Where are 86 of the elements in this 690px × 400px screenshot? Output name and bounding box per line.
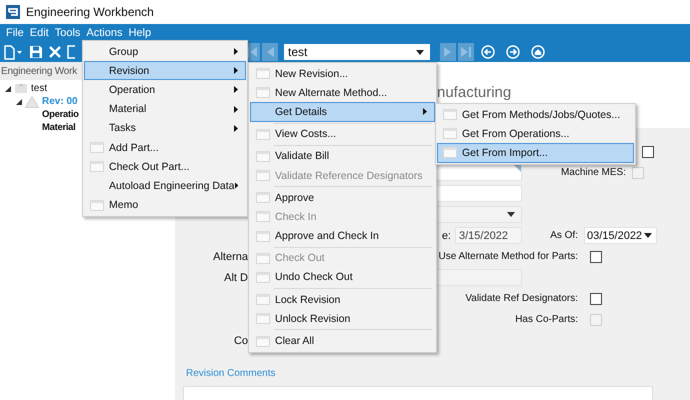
checkbox[interactable] [590,292,602,304]
menu-item[interactable]: Get From Methods/Jobs/Quotes... [437,105,634,124]
window-icon [256,170,270,182]
menu-bar-item[interactable]: Edit [26,27,52,39]
panel-header: Engineering Work [1,66,78,76]
menu-item[interactable]: New Alternate Method... [250,83,435,102]
window-icon [256,128,270,140]
menu-item[interactable]: Add Part... [84,138,246,158]
field-label: Alt D [224,272,248,284]
app-logo-icon [6,5,20,19]
menu-item[interactable]: Memo [84,196,246,215]
caret-icon [644,233,652,238]
tree-item[interactable]: Material [42,122,76,133]
menu-item[interactable]: Operation [84,80,246,100]
window-icon [90,200,104,211]
checkbox[interactable] [642,146,654,158]
window-title: Engineering Workbench [26,5,154,19]
menu-item[interactable]: Check Out Part... [84,157,246,176]
menu-item[interactable]: Group [84,42,246,62]
window-icon [256,313,270,324]
menu-bar-item[interactable]: Help [125,27,154,39]
window-icon [256,192,270,204]
record-combo[interactable]: test [284,44,430,60]
menu-item[interactable]: Get Details [250,102,435,122]
tree-item[interactable]: Rev: 00 [42,96,78,107]
field-label: Validate Ref Designators: [465,293,578,304]
field-label: e: [442,230,451,242]
section-heading: nufacturing [437,84,512,101]
submenu-arrow-icon [423,108,427,116]
delete-icon[interactable] [49,46,61,58]
window-icon [256,294,270,306]
menu-bar-item[interactable]: File [3,27,27,39]
menu-item[interactable]: Revision [84,61,246,80]
date-field: 3/15/2022 [455,227,522,244]
window-icon [443,147,457,158]
window-icon [256,336,270,347]
submenu-arrow-icon [234,86,238,94]
field-label: Has Co-Parts: [515,314,578,325]
checkbox[interactable] [590,250,602,262]
expander-icon[interactable] [5,86,11,92]
field-label: Use Alternate Method for Parts: [438,251,578,262]
submenu-arrow-icon [234,124,238,132]
window-icon [256,87,270,98]
window-icon [256,150,270,162]
window-icon [90,161,104,172]
menu-item[interactable]: Get From Import... [437,143,634,163]
menu-item[interactable]: Tasks [84,118,246,138]
menu-item[interactable]: Unlock Revision [250,309,435,328]
window-icon [443,109,457,120]
menu-item[interactable]: Approve and Check In [250,226,435,246]
save-icon[interactable] [29,45,43,59]
menu-bar-item[interactable]: Tools [52,27,84,39]
back-icon[interactable] [481,45,495,59]
window-icon [256,272,270,283]
window-icon [90,142,104,154]
window-icon [256,252,270,264]
submenu-arrow-icon [234,67,238,74]
date-picker[interactable]: 03/15/2022 [584,227,657,244]
menu-item[interactable]: Material [84,100,246,119]
warning-triangle-icon [25,96,39,108]
tree-item[interactable]: Operatio [42,109,79,120]
section-label: Revision Comments [186,368,276,381]
field-label: As Of: [550,230,578,241]
menu-item[interactable]: Undo Check Out [250,268,435,288]
caret-icon [416,50,424,54]
tree-item[interactable]: test [31,83,48,94]
forward-icon[interactable] [506,45,520,59]
field-label: Alterna [213,250,248,262]
caret-icon [507,212,515,217]
window-icon [256,68,270,80]
submenu-arrow-icon [234,48,238,56]
home-icon[interactable] [531,45,545,59]
menu-item[interactable]: Get From Operations... [437,124,634,144]
folder-icon [15,84,27,93]
field-label: Machine MES: [560,167,626,178]
window-icon [443,128,457,140]
expander-icon[interactable] [16,98,22,104]
menu-item[interactable]: New Revision... [250,64,435,84]
new-document-icon[interactable] [3,44,23,60]
window-icon [256,230,270,242]
menu-bar-item[interactable]: Actions [83,27,126,39]
window-icon [256,211,270,222]
field-label: Co [234,334,248,346]
submenu-arrow-icon [234,182,238,190]
submenu-arrow-icon [234,106,238,113]
menu-item[interactable]: Autoload Engineering Data [84,176,246,196]
